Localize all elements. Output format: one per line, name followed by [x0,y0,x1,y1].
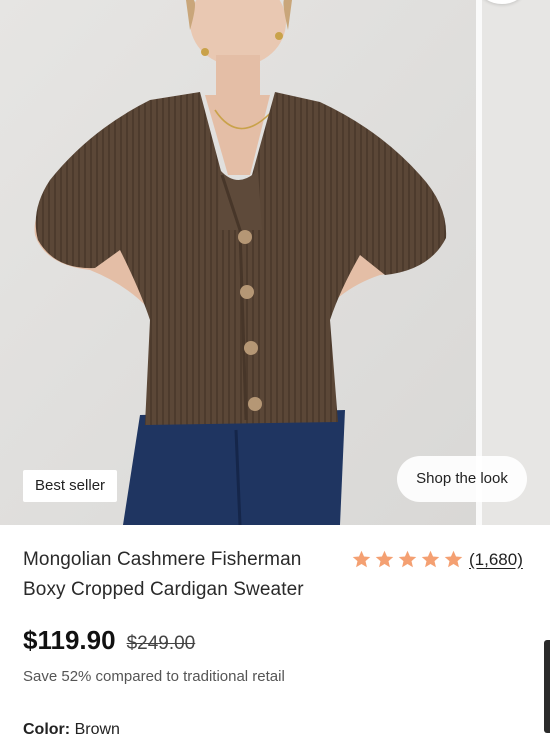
sale-price: $119.90 [23,625,116,655]
product-info: Mongolian Cashmere Fisherman Boxy Croppe… [23,545,533,738]
color-label: Color: [23,721,71,738]
star-icon [352,550,371,568]
best-seller-badge: Best seller [23,470,118,502]
review-count-link[interactable]: (1,680) [469,550,523,570]
price-row: $119.90 $249.00 [23,625,195,656]
original-price: $249.00 [126,633,196,654]
scrollbar-thumb[interactable] [544,640,550,733]
product-rating[interactable]: (1,680) [351,549,523,570]
review-count[interactable]: (1,680) [469,550,523,569]
star-icon [375,550,394,568]
star-icon [444,550,463,568]
color-value: Brown [74,721,120,738]
shop-the-look-button[interactable]: Shop the look [397,456,527,502]
product-image[interactable] [0,0,476,525]
savings-text: Save 52% compared to traditional retail [23,668,285,685]
star-icon [398,550,417,568]
color-selector-label: Color: Brown [23,721,120,739]
rating-stars [351,549,466,570]
next-product-image[interactable] [482,0,550,525]
product-image-gallery[interactable]: Best seller Shop the look [0,0,550,525]
product-title: Mongolian Cashmere Fisherman Boxy Croppe… [23,545,343,605]
product-title-line-1: Mongolian Cashmere Fisherman [23,549,302,570]
product-title-line-2: Boxy Cropped Cardigan Sweater [23,579,304,600]
model-photo [0,0,476,525]
star-icon [421,550,440,568]
